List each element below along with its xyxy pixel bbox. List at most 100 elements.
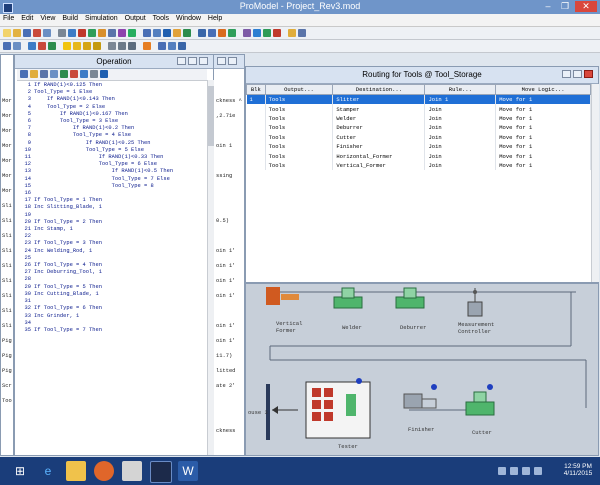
menu-window[interactable]: Window <box>173 14 205 22</box>
network-icon[interactable] <box>522 467 530 475</box>
code-line[interactable]: 7 If RAND(1)<0.2 Then <box>17 125 173 132</box>
routing-row[interactable]: Tools Welder Join Move for 1 <box>246 113 591 124</box>
code-line[interactable]: 9 If RAND(1)<0.25 Then <box>17 140 173 147</box>
routing-cell[interactable]: Move for 1 <box>495 141 591 152</box>
flag-icon[interactable] <box>510 467 518 475</box>
routing-cell[interactable]: Move for 1 <box>495 132 591 142</box>
routing-cell[interactable]: Tools <box>265 104 334 114</box>
panel-restore-icon[interactable] <box>217 57 226 65</box>
code-line[interactable]: 19 <box>17 212 173 219</box>
code-line[interactable]: 13 If RAND(1)<0.5 Then <box>17 168 174 175</box>
code-line[interactable]: 4 Tool_Type = 2 Else <box>17 104 173 111</box>
routing-row[interactable]: Tools Cutter Join Move for 1 <box>246 132 591 142</box>
promodel-taskbar-icon[interactable] <box>150 461 172 483</box>
code-line[interactable]: 31 <box>17 298 173 305</box>
locations-icon[interactable] <box>58 29 66 37</box>
routing-column-header[interactable]: Move Logic... <box>495 84 591 95</box>
code-line[interactable]: 15 Tool_Type = 8 <box>17 183 173 190</box>
store-icon[interactable] <box>122 461 142 481</box>
internet-explorer-icon[interactable]: e <box>38 461 58 481</box>
print-icon[interactable] <box>43 29 51 37</box>
streams-icon[interactable] <box>208 29 216 37</box>
code-line[interactable]: 14 Tool_Type = 7 Else <box>17 176 173 183</box>
animation-icon[interactable] <box>28 42 36 50</box>
code-line[interactable]: 28 <box>17 276 173 283</box>
build-icon[interactable] <box>20 70 28 78</box>
menu-view[interactable]: View <box>37 14 59 22</box>
menu-simulation[interactable]: Simulation <box>82 14 122 22</box>
operation-code-editor[interactable]: 1 If RAND(1)<0.125 Then 2 Tool_Type = 1 Els… <box>17 82 174 334</box>
code-line[interactable]: 33 Inc Grinder, 1 <box>17 313 173 320</box>
operation-restore-icon[interactable] <box>177 57 186 65</box>
tile-icon[interactable] <box>158 42 166 50</box>
routing-cell[interactable]: Stamper <box>332 104 426 114</box>
sound-icon[interactable] <box>143 42 151 50</box>
operation-max-icon[interactable] <box>188 57 197 65</box>
close-button[interactable]: ✕ <box>575 1 597 12</box>
code-line[interactable]: 32 If Tool_Type = 6 Then <box>17 305 173 312</box>
resources-icon[interactable] <box>88 29 96 37</box>
routing-cell[interactable]: Join 1 <box>424 94 497 105</box>
routing-column-header[interactable]: Rule... <box>424 84 497 95</box>
routing-cell[interactable]: Move for 1 <box>495 151 591 161</box>
routing-cell[interactable] <box>246 113 266 124</box>
background-icon[interactable] <box>13 42 21 50</box>
routing-cell[interactable]: Move for 1 <box>495 104 591 114</box>
routing-row[interactable]: Tools Vertical_Former Join Move for 1 <box>246 160 591 171</box>
routing-cell[interactable]: Deburrer <box>332 123 426 133</box>
routing-close-icon[interactable] <box>584 70 593 78</box>
code-line[interactable]: 21 Inc Stamp, 1 <box>17 226 173 233</box>
check-icon[interactable] <box>100 70 108 78</box>
routing-cell[interactable] <box>246 160 266 171</box>
cut-icon[interactable] <box>30 70 38 78</box>
trace-icon[interactable] <box>108 42 116 50</box>
routing-cell[interactable]: Welder <box>332 113 426 124</box>
layout-icon[interactable] <box>3 42 11 50</box>
operation-close-icon[interactable] <box>199 57 208 65</box>
undo-icon[interactable] <box>60 70 68 78</box>
windows-start-icon[interactable]: ⊞ <box>10 461 30 481</box>
routing-cell[interactable]: Horizontal_Former <box>332 151 426 161</box>
path-networks-icon[interactable] <box>78 29 86 37</box>
record-icon[interactable] <box>38 42 46 50</box>
menu-output[interactable]: Output <box>122 14 150 22</box>
routing-column-header[interactable]: Blk <box>246 84 266 95</box>
menu-build[interactable]: Build <box>59 14 82 22</box>
routing-scrollbar[interactable] <box>591 84 599 282</box>
costing-icon[interactable] <box>218 29 226 37</box>
code-line[interactable]: 35 If Tool_Type = 7 Then <box>17 327 173 334</box>
macros-icon[interactable] <box>163 29 171 37</box>
step-icon[interactable] <box>63 42 71 50</box>
routing-cell[interactable] <box>246 141 266 152</box>
run-icon[interactable] <box>33 29 41 37</box>
code-line[interactable]: 3 If RAND(1)<0.143 Then <box>17 96 173 103</box>
routing-cell[interactable] <box>246 104 266 114</box>
distributions-icon[interactable] <box>183 29 191 37</box>
code-line[interactable]: 6 Tool_Type = 3 Else <box>17 118 173 125</box>
grid-icon[interactable] <box>298 29 306 37</box>
routing-cell[interactable]: Vertical_Former <box>332 160 426 171</box>
routing-cell[interactable]: Finisher <box>332 141 426 152</box>
routing-cell[interactable] <box>246 151 266 161</box>
routing-cell[interactable]: Tools <box>265 141 334 152</box>
routing-row[interactable]: Tools Deburrer Join Move for 1 <box>246 123 591 133</box>
open-icon[interactable] <box>13 29 21 37</box>
routing-cell[interactable]: Tools <box>265 151 334 161</box>
routing-row[interactable]: Tools Horizontal_Former Join Move for 1 <box>246 151 591 161</box>
find-icon[interactable] <box>80 70 88 78</box>
scenarios-icon[interactable] <box>228 29 236 37</box>
replace-icon[interactable] <box>90 70 98 78</box>
cascade-icon[interactable] <box>168 42 176 50</box>
routing-cell[interactable]: 1 <box>246 94 266 105</box>
speed-icon[interactable] <box>93 42 101 50</box>
code-line[interactable]: 22 <box>17 233 173 240</box>
code-line[interactable]: 2 Tool_Type = 1 Else <box>17 89 173 96</box>
code-line[interactable]: 26 If Tool_Type = 4 Then <box>17 262 173 269</box>
operation-scrollbar[interactable] <box>207 80 214 455</box>
code-line[interactable]: 27 Inc Deburring_Tool, 1 <box>17 269 173 276</box>
routing-cell[interactable]: Slitter <box>332 94 426 105</box>
routing-cell[interactable]: Tools <box>265 123 334 133</box>
code-line[interactable]: 16 <box>17 190 173 197</box>
menu-tools[interactable]: Tools <box>150 14 173 22</box>
dynamic-plot-icon[interactable] <box>128 42 136 50</box>
